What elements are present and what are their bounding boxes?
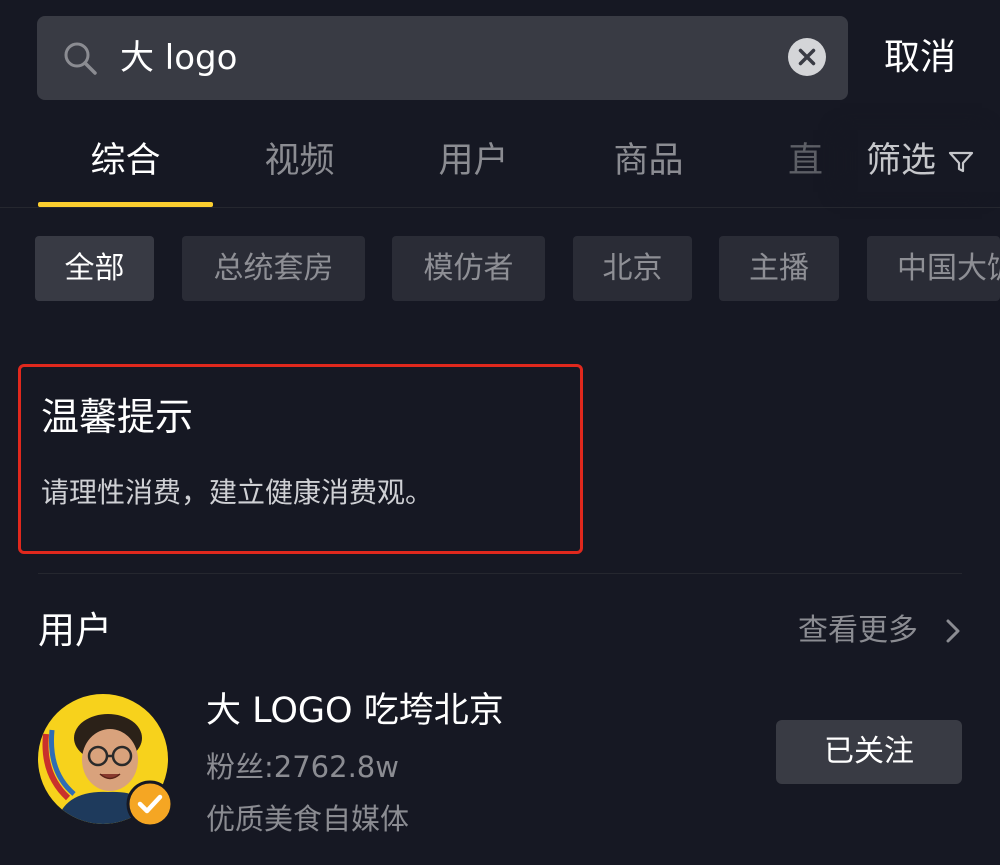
chip-all[interactable]: 全部 — [35, 236, 154, 301]
tab-users[interactable]: 用户 — [386, 130, 561, 192]
tab-videos[interactable]: 视频 — [212, 130, 387, 192]
users-section-title: 用户 — [38, 609, 112, 652]
tab-comprehensive[interactable]: 综合 — [38, 130, 213, 192]
notice-title: 温馨提示 — [41, 395, 194, 439]
consumption-notice: 温馨提示 请理性消费，建立健康消费观。 — [18, 364, 583, 554]
following-button[interactable]: 已关注 — [776, 720, 962, 784]
chip-china-restaurant[interactable]: 中国大饭 — [867, 236, 1000, 301]
notice-body: 请理性消费，建立健康消费观。 — [41, 476, 434, 509]
clear-icon[interactable] — [788, 38, 826, 76]
filter-icon — [948, 151, 974, 173]
filter-label: 筛选 — [866, 141, 937, 181]
user-fans-count: 粉丝:2762.8w — [206, 750, 399, 784]
tab-products[interactable]: 商品 — [561, 130, 736, 192]
chip-beijing[interactable]: 北京 — [573, 236, 692, 301]
chip-presidential-suite[interactable]: 总统套房 — [182, 236, 365, 301]
search-input[interactable]: 大 logo — [120, 30, 237, 86]
tab-live[interactable]: 直 — [788, 130, 848, 192]
user-name[interactable]: 大 LOGO 吃垮北京 — [206, 686, 504, 736]
see-more-link[interactable]: 查看更多 — [798, 608, 963, 654]
tab-bar: 综合 视频 用户 商品 直 — [0, 130, 1000, 208]
chip-imitator[interactable]: 模仿者 — [392, 236, 545, 301]
user-description: 优质美食自媒体 — [206, 802, 410, 836]
chip-anchor[interactable]: 主播 — [719, 236, 839, 301]
section-divider — [38, 573, 962, 574]
search-icon — [64, 42, 97, 75]
filter-button[interactable]: 筛选 — [858, 130, 1000, 192]
chevron-right-icon — [946, 619, 960, 643]
verified-badge-icon — [126, 780, 174, 828]
see-more-label: 查看更多 — [798, 613, 918, 648]
cancel-button[interactable]: 取消 — [884, 32, 956, 84]
search-results-page: 大 logo 取消 综合 视频 用户 商品 直 筛选 全部 总统套房 模仿者 北… — [0, 0, 1000, 865]
tabs-divider — [0, 207, 1000, 208]
